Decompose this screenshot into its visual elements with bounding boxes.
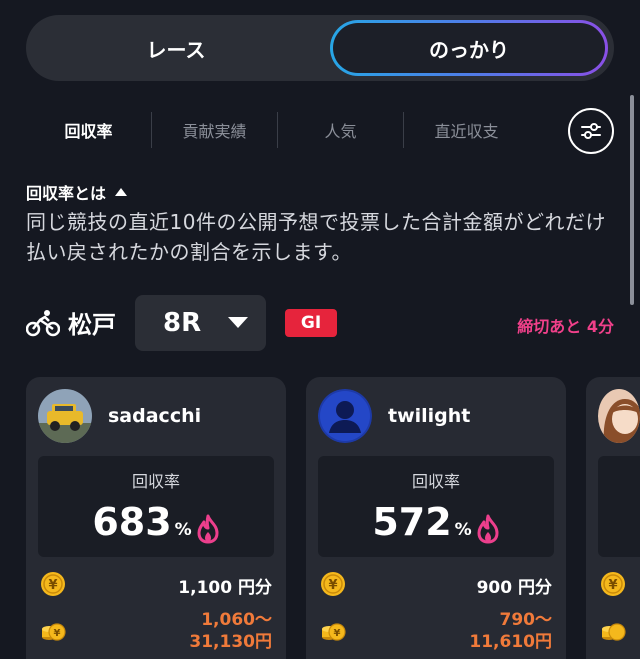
recovery-rate-number: 683 [92,500,172,544]
svg-text:¥: ¥ [608,578,617,593]
avatar [598,389,640,443]
caret-up-icon [115,188,128,196]
tab-popularity[interactable]: 人気 [278,118,403,142]
payout-range: 1,060～ 31,130円 [189,609,272,653]
payout-max: 31,130円 [189,632,272,652]
recovery-rate-box: 回収率 683 % [38,456,274,557]
avatar [38,389,92,443]
race-mode-button[interactable]: レース [26,15,326,81]
recovery-rate-number: 572 [372,500,452,544]
svg-text:¥: ¥ [334,628,341,639]
tab-recent-balance[interactable]: 直近収支 [404,118,529,142]
venue: 松戸 [26,305,116,340]
yen-coin-icon: ¥ [321,572,345,596]
predictor-name: twilight [388,405,471,427]
svg-text:¥: ¥ [328,578,337,593]
yen-coin-icon: ¥ [601,572,625,596]
recovery-rate-box: 回収率 572 % [318,456,554,557]
avatar [318,389,372,443]
scrollbar[interactable] [630,95,634,305]
payout-range: 790～ 11,610円 [469,609,552,653]
percent-unit: % [174,520,192,540]
about-title: 回収率とは [26,184,107,203]
about-description: 同じ競技の直近10件の公開予想で投票した合計金額がどれだけ払い戻されたかの割合を… [26,210,606,264]
bicycle-icon [26,309,60,336]
recovery-rate-label: 回収率 [411,472,460,491]
filter-icon [581,123,601,139]
recovery-rate-value: 683 % [38,500,274,544]
percent-unit: % [454,520,472,540]
bet-amount: 1,100 円分 [178,578,272,598]
predictor-card[interactable]: sadacchi 回収率 683 % ¥ 1,100 円分 ¥ 1,060～ 3… [26,377,286,659]
coin-stack-icon: ¥ [322,623,346,641]
flame-icon [477,514,499,544]
coin-stack-icon: ¥ [42,623,66,641]
race-number-select[interactable]: 8R [135,295,266,351]
about-toggle[interactable]: 回収率とは [26,180,128,204]
deadline-text: 締切あと 4分 [517,317,614,336]
predictor-card-partial[interactable]: ¥ [586,377,640,659]
tab-contribution[interactable]: 貢献実績 [152,118,277,142]
ranking-tabs: 回収率 貢献実績 人気 直近収支 [26,110,546,150]
nokkari-mode-button[interactable]: のっかり [330,20,608,76]
tab-recovery-rate[interactable]: 回収率 [26,118,151,142]
recovery-rate-value: 572 % [318,500,554,544]
predictor-name: sadacchi [108,405,202,427]
race-number: 8R [163,308,202,338]
grade-badge: GI [285,309,337,337]
chevron-down-icon [228,317,248,328]
payout-max: 11,610円 [469,632,552,652]
page: レース のっかり 回収率 貢献実績 人気 直近収支 回収率とは 同じ競技の直近1… [0,0,640,659]
svg-text:¥: ¥ [48,578,57,593]
yen-coin-icon: ¥ [41,572,65,596]
coin-stack-icon [602,623,626,641]
venue-name: 松戸 [68,311,116,339]
mode-toggle: レース のっかり [26,15,614,81]
predictor-card[interactable]: twilight 回収率 572 % ¥ 900 円分 ¥ 790～ 11,61… [306,377,566,659]
payout-min: 1,060～ [201,610,272,630]
filter-button[interactable] [568,108,614,154]
recovery-rate-box [598,456,640,557]
recovery-rate-label: 回収率 [131,472,180,491]
flame-icon [197,514,219,544]
svg-text:¥: ¥ [54,628,61,639]
bet-amount: 900 円分 [476,578,552,598]
payout-min: 790～ [499,610,553,630]
